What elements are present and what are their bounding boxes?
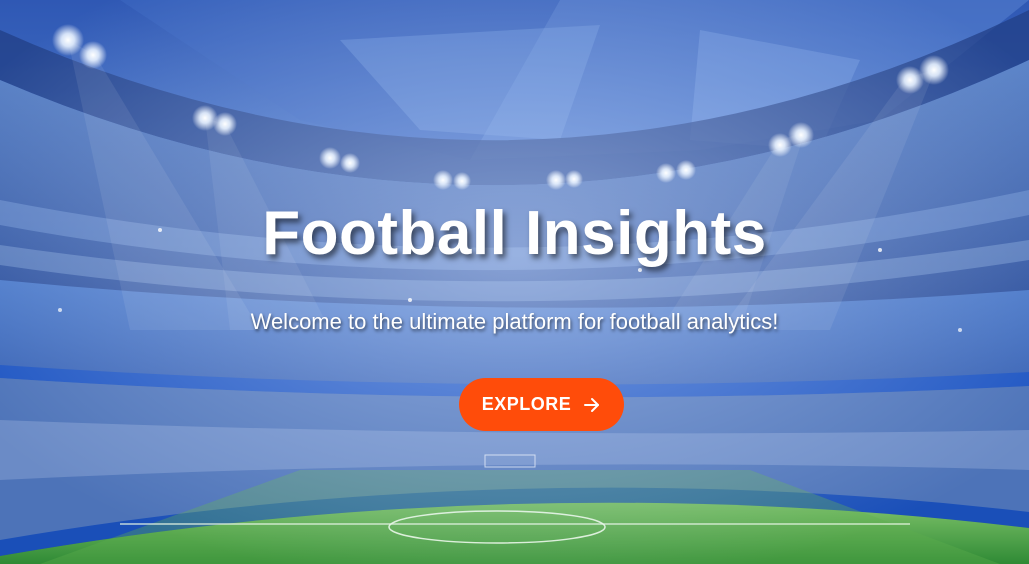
hero-section: Football Insights Welcome to the ultimat… <box>0 0 1029 564</box>
arrow-right-icon <box>583 396 601 414</box>
explore-button[interactable]: EXPLORE <box>459 378 624 431</box>
stadium-background <box>0 0 1029 564</box>
explore-button-label: EXPLORE <box>481 394 572 414</box>
